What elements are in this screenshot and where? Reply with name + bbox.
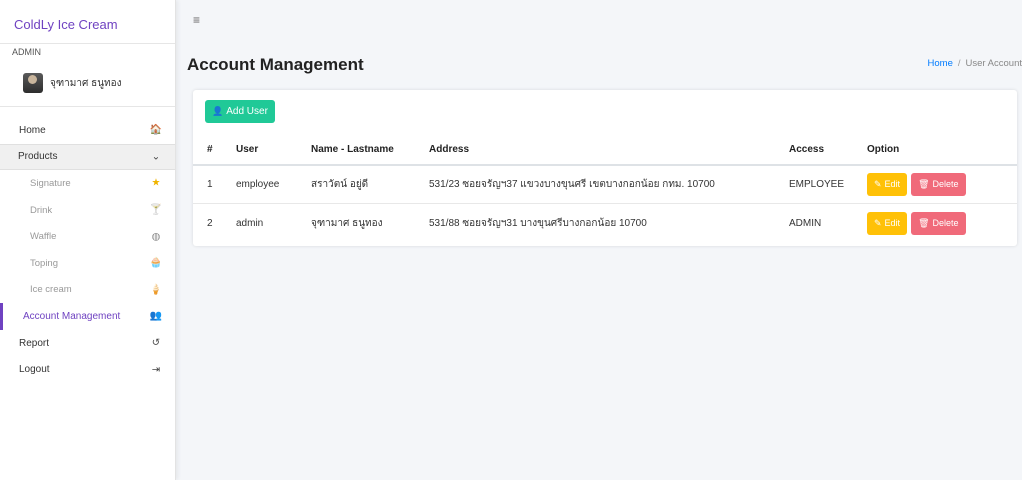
sidebar-item-home[interactable]: Home 🏠	[0, 117, 175, 144]
ice-cream-icon: 🍦	[149, 284, 163, 296]
sidebar-item-label: Signature	[30, 177, 71, 189]
cell-address: 531/88 ซอยจรัญฯ31 บางขุนศรีบางกอกน้อย 10…	[429, 202, 789, 243]
avatar	[23, 73, 43, 93]
sidebar-item-label: Home	[19, 124, 46, 136]
sidebar-item-signature[interactable]: Signature ★	[0, 170, 175, 197]
user-name: จุฑามาศ ธนูทอง	[50, 77, 122, 89]
sidebar-item-label: Products	[18, 151, 58, 163]
hamburger-icon[interactable]: ≡	[193, 13, 200, 27]
page-title: Account Management	[187, 55, 364, 74]
column-header-option: Option	[867, 132, 1017, 166]
sidebar-item-label: Drink	[30, 204, 53, 216]
sidebar-item-account-management[interactable]: Account Management 👥	[0, 303, 175, 330]
home-icon: 🏠	[149, 124, 163, 136]
edit-button[interactable]: ✎ Edit	[867, 172, 908, 196]
column-header-address: Address	[429, 132, 789, 166]
sidebar-item-label: Ice cream	[30, 284, 72, 296]
user-plus-icon: 👤	[212, 106, 224, 116]
sidebar-item-label: Toping	[30, 257, 58, 269]
user-panel[interactable]: จุฑามาศ ธนูทอง	[0, 60, 175, 107]
sidebar-item-label: Logout	[19, 364, 50, 376]
sidebar-item-label: Report	[19, 337, 50, 349]
add-user-button[interactable]: 👤 Add User	[205, 100, 275, 123]
cell-options: ✎ Edit 🗑 Delete	[867, 202, 1017, 243]
column-header-user: User	[236, 132, 311, 166]
sidebar-item-label: Waffle	[30, 231, 57, 243]
edit-icon: ✎	[874, 178, 882, 189]
delete-label: Delete	[932, 179, 959, 190]
add-user-label: Add User	[226, 106, 268, 117]
table-header-row: # User Name - Lastname Address Access Op…	[193, 132, 1017, 166]
star-icon: ★	[151, 177, 161, 189]
sidebar-item-ice-cream[interactable]: Ice cream 🍦	[0, 277, 175, 304]
cell-number: 1	[193, 164, 236, 203]
column-header-number: #	[193, 132, 236, 166]
waffle-icon: ◍	[151, 231, 161, 243]
cocktail-icon: 🍸	[149, 204, 163, 216]
history-icon: ↺	[151, 337, 161, 349]
breadcrumb: Home / User Account	[928, 58, 1022, 69]
users-icon: 👥	[149, 310, 163, 322]
edit-icon: ✎	[874, 217, 882, 228]
cell-access: EMPLOYEE	[789, 164, 867, 203]
cell-user: admin	[236, 202, 311, 243]
edit-label: Edit	[884, 218, 901, 229]
topbar: ≡	[177, 0, 1022, 44]
breadcrumb-separator: /	[957, 58, 961, 69]
delete-button[interactable]: 🗑 Delete	[911, 211, 966, 235]
cell-number: 2	[193, 202, 236, 243]
breadcrumb-current: User Account	[965, 58, 1022, 69]
sidebar-item-waffle[interactable]: Waffle ◍	[0, 223, 175, 250]
cell-options: ✎ Edit 🗑 Delete	[867, 164, 1017, 203]
table-row: 1 employee สราวัตน์ อยู่ดี 531/23 ซอยจรั…	[193, 164, 1017, 203]
sign-out-icon: ⇥	[151, 364, 161, 376]
cell-access: ADMIN	[789, 202, 867, 243]
trash-icon: 🗑	[918, 217, 930, 228]
sidebar-item-toping[interactable]: Toping 🧁	[0, 250, 175, 277]
sidebar: ColdLy Ice Cream ADMIN จุฑามาศ ธนูทอง Ho…	[0, 0, 176, 480]
cupcake-icon: 🧁	[149, 257, 163, 269]
cell-address: 531/23 ซอยจรัญฯ37 แขวงบางขุนศรี เขตบางกอ…	[429, 164, 789, 203]
column-header-name: Name - Lastname	[311, 132, 429, 166]
chevron-down-icon: ⌄	[151, 151, 161, 163]
sidebar-item-products[interactable]: Products ⌄	[0, 143, 175, 171]
brand-link[interactable]: ColdLy Ice Cream	[0, 0, 175, 44]
delete-button[interactable]: 🗑 Delete	[911, 172, 966, 196]
sidebar-nav: Home 🏠 Products ⌄ Signature ★ Drink 🍸 Wa…	[0, 117, 175, 383]
sidebar-item-label: Account Management	[23, 310, 121, 322]
edit-button[interactable]: ✎ Edit	[867, 211, 908, 235]
edit-label: Edit	[884, 179, 901, 190]
accounts-card: 👤 Add User # User Name - Lastname Addres…	[193, 90, 1017, 246]
sidebar-item-drink[interactable]: Drink 🍸	[0, 197, 175, 224]
column-header-access: Access	[789, 132, 867, 166]
sidebar-item-logout[interactable]: Logout ⇥	[0, 356, 175, 383]
sidebar-item-report[interactable]: Report ↺	[0, 330, 175, 357]
user-role: ADMIN	[12, 47, 41, 57]
trash-icon: 🗑	[918, 178, 930, 189]
cell-name: จุฑามาศ ธนูทอง	[311, 202, 429, 243]
cell-user: employee	[236, 164, 311, 203]
table-row: 2 admin จุฑามาศ ธนูทอง 531/88 ซอยจรัญฯ31…	[193, 202, 1017, 243]
cell-name: สราวัตน์ อยู่ดี	[311, 164, 429, 203]
breadcrumb-home-link[interactable]: Home	[928, 58, 953, 69]
accounts-table: # User Name - Lastname Address Access Op…	[193, 132, 1017, 243]
delete-label: Delete	[932, 218, 959, 229]
